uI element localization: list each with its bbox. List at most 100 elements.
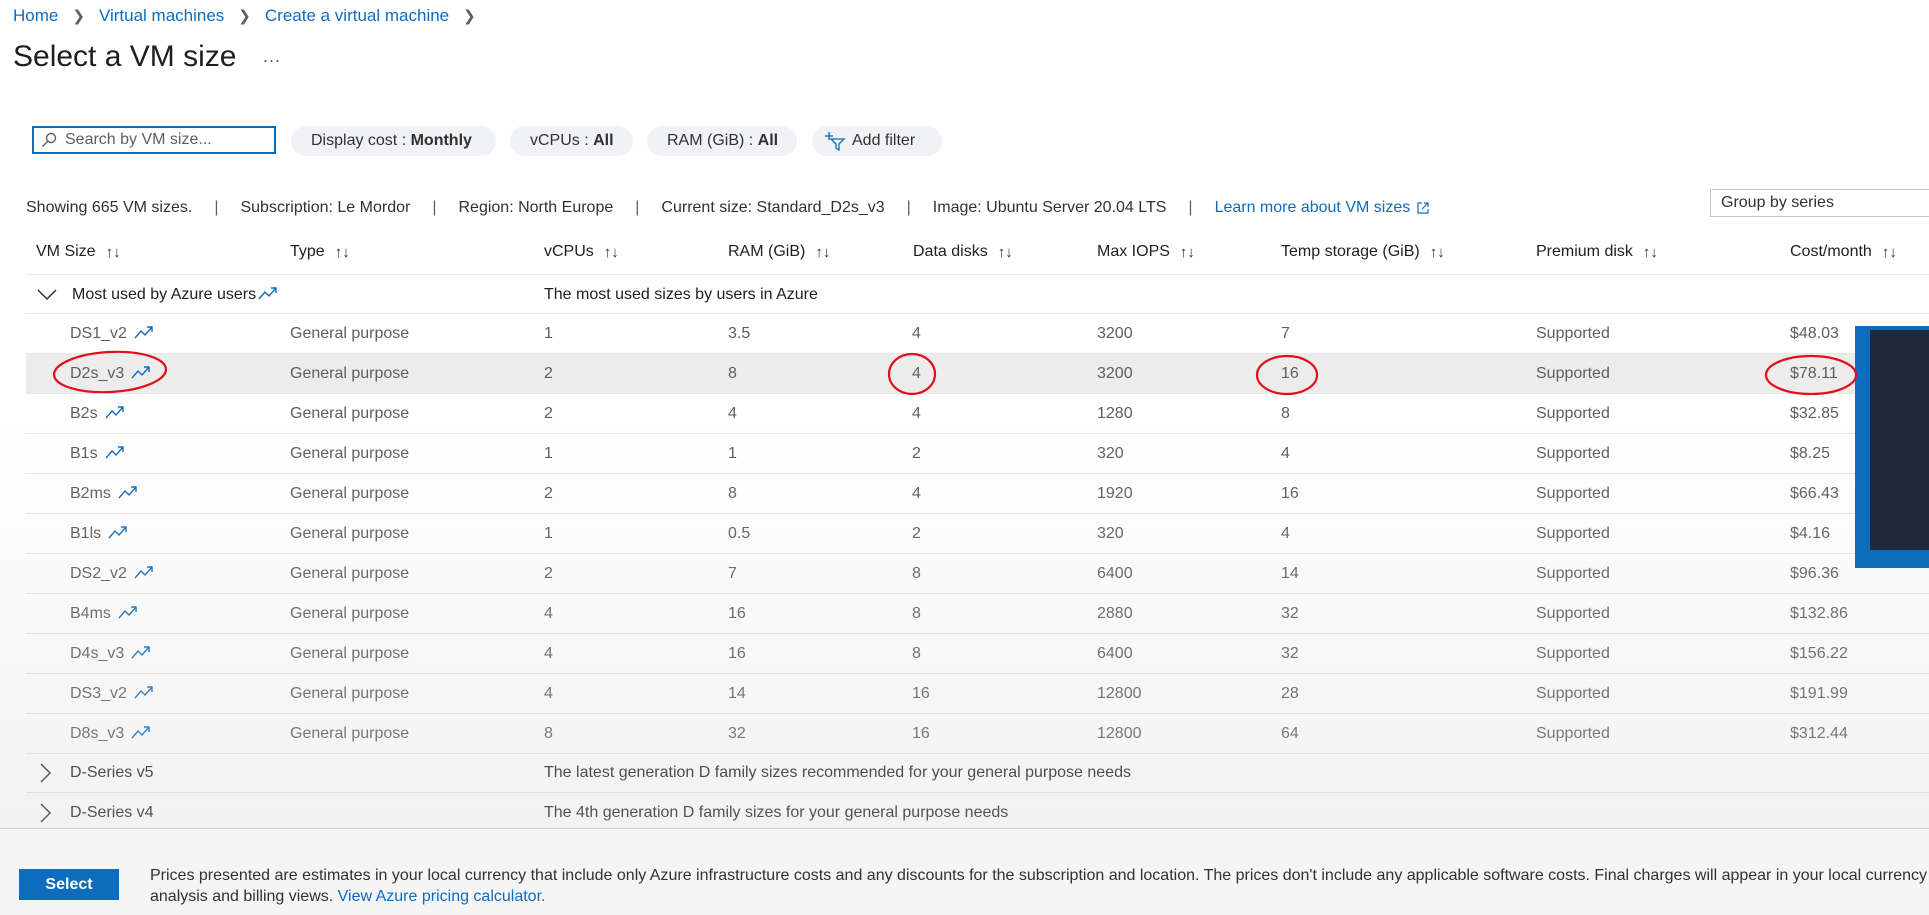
cell-vm-size-value: DS1_v2 [70,325,127,342]
column-header-cost[interactable]: Cost/month ↑↓ [1790,240,1897,264]
breadcrumb-home[interactable]: Home [13,6,58,26]
sort-icon[interactable]: ↑↓ [604,244,619,261]
display-cost-filter[interactable]: Display cost : Monthly [291,126,496,156]
cell-type: General purpose [290,554,409,594]
trending-up-icon [258,286,278,305]
cell-ram: 16 [728,634,746,674]
cell-cost: $78.11 [1790,354,1838,394]
table-row[interactable]: D8s_v3 General purpose 8 32 16 12800 64 Support… [26,714,1929,754]
breadcrumb-virtual-machines[interactable]: Virtual machines [99,6,224,26]
cell-max-iops: 12800 [1097,674,1142,714]
pricing-calculator-link[interactable]: View Azure pricing calculator. [338,888,546,905]
chevron-right-icon[interactable] [38,753,52,793]
cell-vm-size-value: B1s [70,445,98,462]
column-header-max-iops[interactable]: Max IOPS ↑↓ [1097,240,1195,264]
sort-icon[interactable]: ↑↓ [1643,244,1658,261]
column-header-vcpus[interactable]: vCPUs ↑↓ [544,240,619,264]
cell-type-value: General purpose [290,645,410,662]
cell-type-value: General purpose [290,525,410,542]
select-button[interactable]: Select [19,869,119,900]
cell-max-iops: 320 [1097,434,1124,474]
cell-premium-disk: Supported [1536,554,1610,594]
table-row[interactable]: D4s_v3 General purpose 4 16 8 6400 32 Supported… [26,634,1929,674]
cell-cost: $96.36 [1790,554,1839,594]
cell-data-disks: 2 [912,434,921,474]
table-row[interactable]: D2s_v3 General purpose 2 8 4 3200 16 Supported $… [26,354,1929,394]
search-icon [42,132,57,147]
sort-icon[interactable]: ↑↓ [1430,244,1445,261]
column-header-premium-disk[interactable]: Premium disk ↑↓ [1536,240,1658,264]
sort-icon[interactable]: ↑↓ [1882,244,1897,261]
learn-more-link[interactable]: Learn more about VM sizes [1215,199,1411,217]
cell-type: General purpose [290,354,409,394]
cell-data-disks-value: 16 [912,685,930,702]
cell-premium-disk: Supported [1536,434,1610,474]
chevron-down-icon[interactable] [36,275,58,315]
add-filter-label: Add filter [852,132,916,149]
group-row-d-series-v5[interactable]: D-Series v5 The latest generation D fami… [26,753,1929,793]
cell-temp-storage-value: 4 [1281,525,1290,542]
table-row[interactable]: DS2_v2 General purpose 2 7 8 6400 14 Supported $… [26,554,1929,594]
table-row[interactable]: B1s General purpose 1 1 2 320 4 Supported $8.25 [26,434,1929,474]
group-name: D-Series v4 [70,804,154,821]
cell-data-disks: 8 [912,594,921,634]
divider: | [1188,199,1193,216]
cell-premium-disk: Supported [1536,314,1610,354]
cell-vcpus: 2 [544,394,553,434]
group-row-most-used[interactable]: Most used by Azure users The most used s… [26,274,1929,314]
cell-cost-value: $156.22 [1790,645,1848,662]
column-header-type[interactable]: Type ↑↓ [290,240,350,264]
sort-icon[interactable]: ↑↓ [998,244,1013,261]
vcpus-filter[interactable]: vCPUs : All [510,126,633,156]
cell-data-disks-value: 8 [912,605,921,622]
search-box[interactable] [32,126,276,154]
cell-max-iops-value: 6400 [1097,645,1133,662]
column-header-temp-storage[interactable]: Temp storage (GiB) ↑↓ [1281,240,1445,264]
column-header-ram[interactable]: RAM (GiB) ↑↓ [728,240,830,264]
disclaimer-text: Prices presented are estimates in your l… [150,867,1929,884]
video-overlay-inner [1870,330,1929,550]
cell-max-iops: 6400 [1097,634,1133,674]
cell-vm-size-value: DS2_v2 [70,565,127,582]
cell-vm-size-value: B2ms [70,485,111,502]
cell-premium-disk-value: Supported [1536,405,1610,422]
table-row[interactable]: DS3_v2 General purpose 4 14 16 12800 28 Support… [26,674,1929,714]
cell-ram-value: 4 [728,405,737,422]
trending-up-icon [131,645,151,664]
cell-temp-storage: 32 [1281,634,1299,674]
sort-icon[interactable]: ↑↓ [106,244,121,261]
add-filter-button[interactable]: Add filter [812,126,942,156]
cell-type-value: General purpose [290,605,410,622]
subscription-info: Subscription: Le Mordor [240,199,411,216]
cell-max-iops: 3200 [1097,354,1133,394]
cell-vcpus: 2 [544,354,553,394]
trending-up-icon [131,725,151,744]
breadcrumb-create-vm[interactable]: Create a virtual machine [265,6,449,26]
search-input[interactable] [63,130,267,150]
table-row[interactable]: B2ms General purpose 2 8 4 1920 16 Supported $66… [26,474,1929,514]
table-row[interactable]: B2s General purpose 2 4 4 1280 8 Supported $32.8… [26,394,1929,434]
table-row[interactable]: DS1_v2 General purpose 1 3.5 4 3200 7 Supported… [26,314,1929,354]
sort-icon[interactable]: ↑↓ [815,244,830,261]
cell-ram-value: 8 [728,365,737,382]
column-header-vm-size[interactable]: VM Size ↑↓ [36,240,121,264]
column-label: vCPUs [544,243,594,260]
group-by-select[interactable]: Group by series [1710,189,1929,217]
chevron-right-icon: ❯ [238,8,251,25]
divider: | [635,199,640,216]
cell-temp-storage-value: 32 [1281,645,1299,662]
column-header-data-disks[interactable]: Data disks ↑↓ [913,240,1013,264]
cell-type: General purpose [290,434,409,474]
chevron-right-icon[interactable] [38,793,52,833]
cell-data-disks: 16 [912,674,930,714]
sort-icon[interactable]: ↑↓ [335,244,350,261]
table-row[interactable]: B4ms General purpose 4 16 8 2880 32 Supported $1… [26,594,1929,634]
more-options-button[interactable]: ... [263,46,281,67]
table-row[interactable]: B1ls General purpose 1 0.5 2 320 4 Supported $4.… [26,514,1929,554]
ram-filter[interactable]: RAM (GiB) : All [647,126,797,156]
cell-max-iops-value: 12800 [1097,725,1142,742]
external-link-icon[interactable] [1416,201,1430,215]
sort-icon[interactable]: ↑↓ [1180,244,1195,261]
cell-type-value: General purpose [290,685,410,702]
group-row-d-series-v4[interactable]: D-Series v4 The 4th generation D family … [26,793,1929,833]
